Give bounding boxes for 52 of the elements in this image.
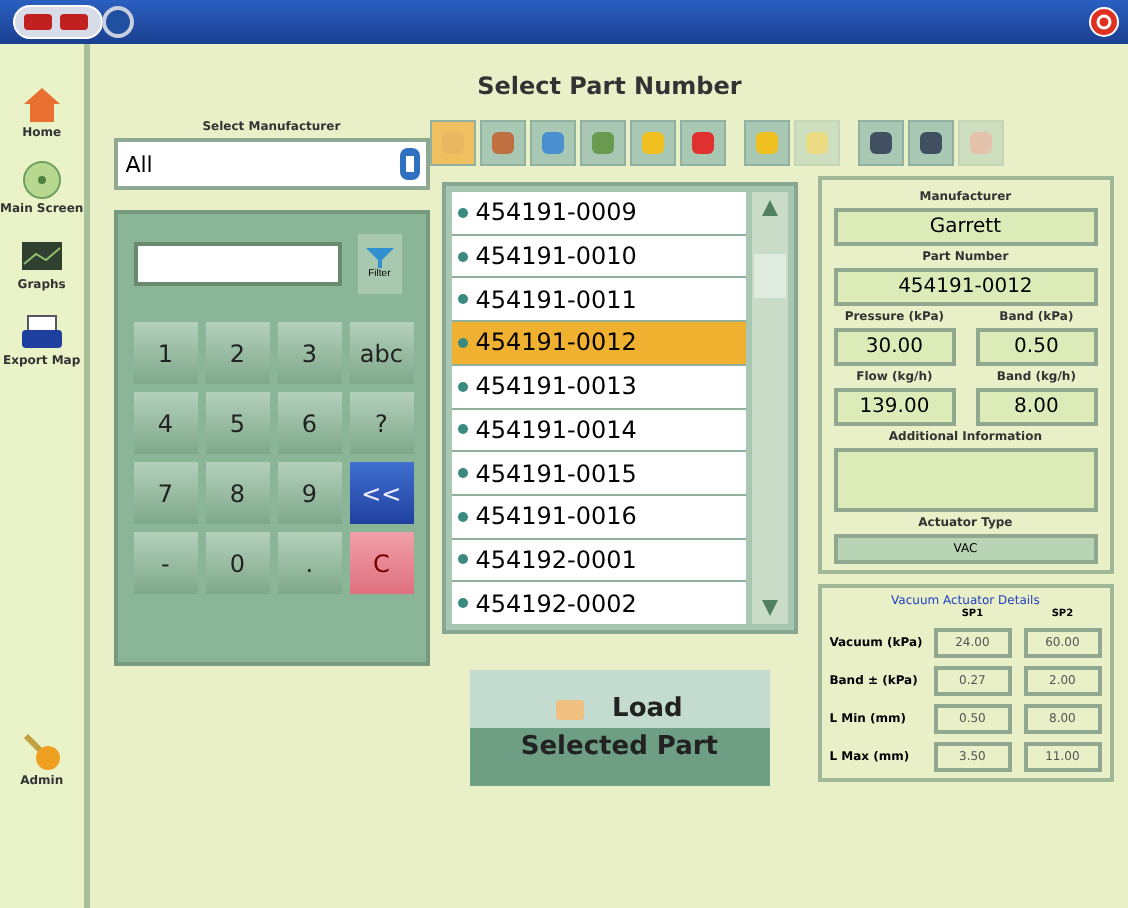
filter-tool-button[interactable]	[857, 120, 904, 166]
scroll-up-icon[interactable]	[759, 198, 780, 218]
close-icon[interactable]	[1088, 6, 1120, 38]
keypad-key[interactable]: C	[349, 532, 414, 594]
part-list-item[interactable]: 454191-0012	[451, 322, 746, 364]
part-list-item[interactable]: 454192-0002	[451, 582, 746, 625]
filter-input[interactable]	[133, 242, 342, 286]
keypad-key[interactable]: 7	[133, 462, 198, 524]
scroll-thumb[interactable]	[753, 254, 786, 298]
filter-tool-button[interactable]	[679, 120, 726, 166]
part-list-item[interactable]: 454191-0014	[451, 409, 746, 451]
part-list-item[interactable]: 454191-0010	[451, 235, 746, 277]
keypad-key[interactable]: 8	[205, 462, 270, 524]
field-value: 30.00	[833, 328, 956, 366]
part-list-item[interactable]: 454191-0011	[451, 278, 746, 321]
page-title: Select Part Number	[475, 70, 744, 104]
field-value: 8.00	[975, 388, 1098, 426]
keypad-key[interactable]: 3	[277, 322, 342, 384]
load-selected-part-button[interactable]: Load Selected Part	[469, 670, 770, 786]
nav-icon[interactable]	[19, 312, 64, 352]
manufacturer-value: Garrett	[833, 208, 1098, 246]
keypad-key[interactable]: ?	[349, 392, 414, 454]
part-list-item[interactable]: 454191-0016	[451, 495, 746, 538]
keypad-key[interactable]: 4	[133, 392, 198, 454]
keypad-key[interactable]: <<	[349, 462, 414, 524]
keypad-key[interactable]: -	[133, 532, 198, 594]
funnel-icon	[365, 248, 394, 268]
keypad-key[interactable]: 0	[205, 532, 270, 594]
logo-icon	[12, 4, 136, 40]
keypad-key[interactable]: 9	[277, 462, 342, 524]
key-icon[interactable]	[21, 732, 62, 772]
part-list-item[interactable]: 454191-0015	[451, 452, 746, 494]
keypad-key[interactable]: 6	[277, 392, 342, 454]
dropdown-icon[interactable]	[399, 148, 420, 180]
part-number-value: 454191-0012	[833, 268, 1098, 306]
nav-icon[interactable]	[19, 236, 64, 276]
keypad-key[interactable]: 2	[205, 322, 270, 384]
keypad-key[interactable]: .	[277, 532, 342, 594]
part-list-item[interactable]: 454192-0001	[451, 539, 746, 581]
keypad-key[interactable]: 5	[205, 392, 270, 454]
keypad-key[interactable]: 1	[133, 322, 198, 384]
field-value: 0.50	[975, 328, 1098, 366]
folder-icon	[556, 699, 585, 719]
field-value: 139.00	[833, 388, 956, 426]
manufacturer-dropdown[interactable]: All	[113, 138, 430, 190]
filter-tool-button[interactable]	[907, 120, 954, 166]
part-list-item[interactable]: 454191-0013	[451, 365, 746, 408]
scrollbar[interactable]	[751, 192, 788, 624]
filter-tool-button[interactable]	[479, 120, 526, 166]
keypad-key[interactable]: abc	[349, 322, 414, 384]
part-list-item[interactable]: 454191-0009	[451, 192, 746, 234]
scroll-down-icon[interactable]	[759, 598, 780, 618]
